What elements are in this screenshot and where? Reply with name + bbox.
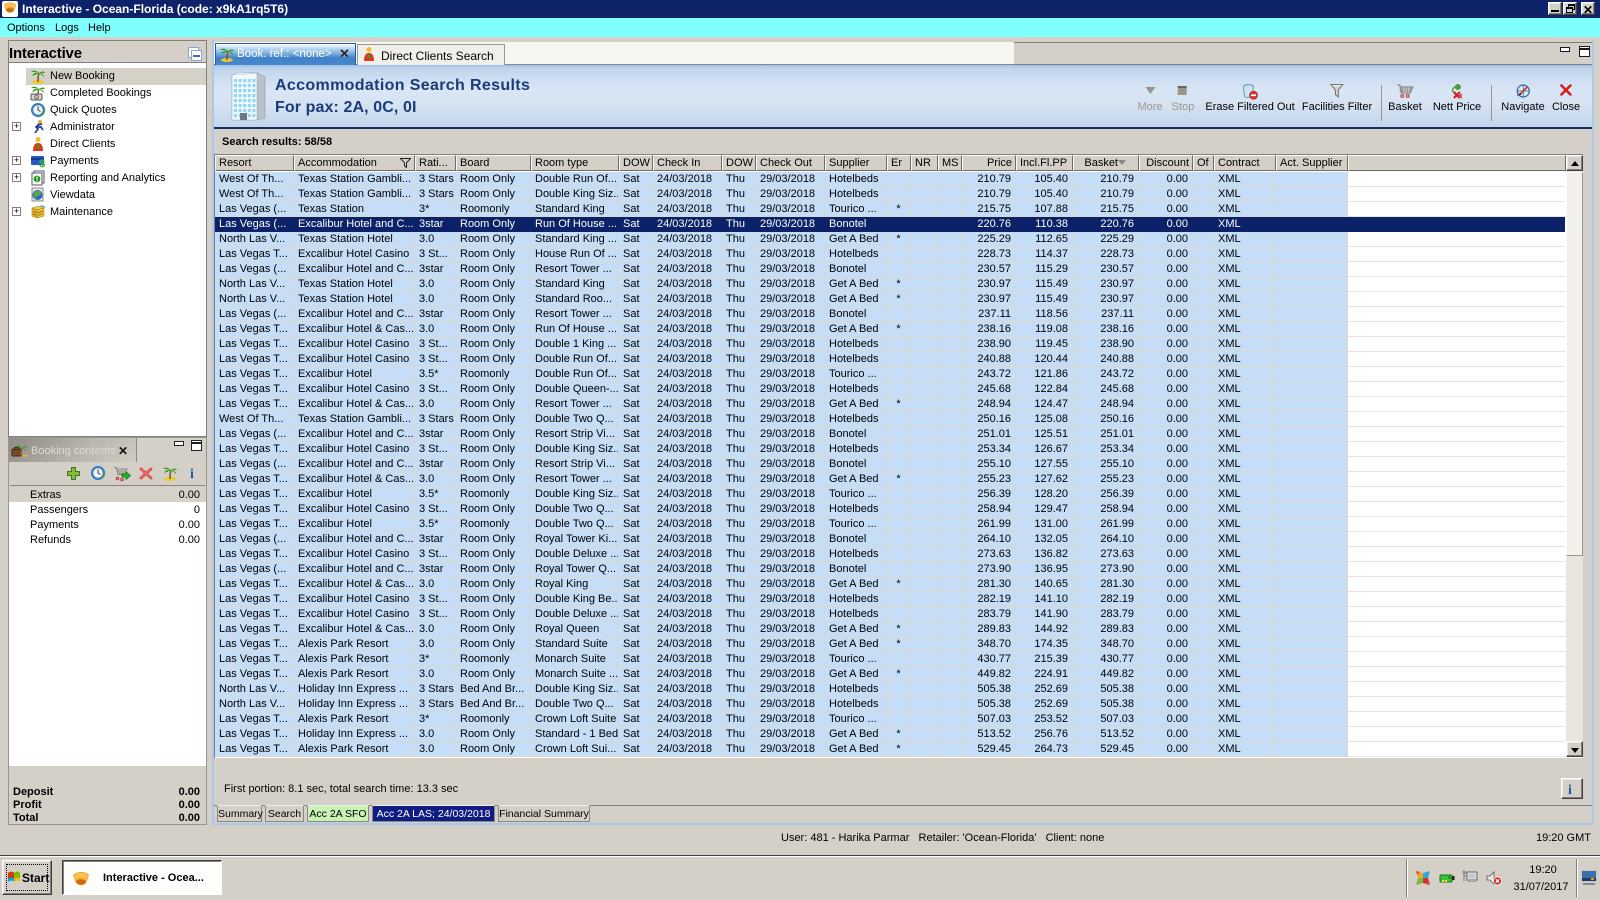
svg-text:i: i [1568,783,1572,796]
svg-text:i: i [190,467,194,480]
svg-text:$: $ [39,158,45,169]
